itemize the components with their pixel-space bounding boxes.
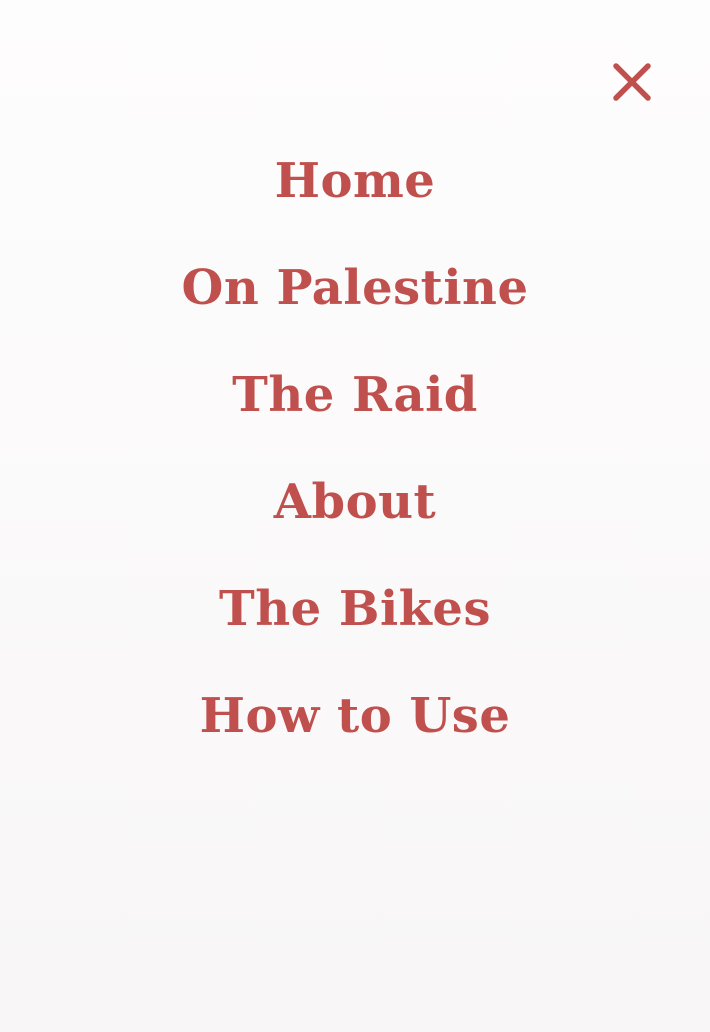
nav-item-how-to-use: How to Use <box>0 663 710 770</box>
nav-menu-list: Home On Palestine The Raid About The Bik… <box>0 128 710 770</box>
nav-item-the-raid: The Raid <box>0 342 710 449</box>
navigation-menu-overlay: Home On Palestine The Raid About The Bik… <box>0 0 710 1032</box>
nav-link-about[interactable]: About <box>274 449 436 556</box>
nav-link-the-bikes[interactable]: The Bikes <box>219 556 491 663</box>
nav-link-how-to-use[interactable]: How to Use <box>200 663 511 770</box>
nav-item-on-palestine: On Palestine <box>0 235 710 342</box>
nav-link-on-palestine[interactable]: On Palestine <box>182 235 529 342</box>
nav-item-the-bikes: The Bikes <box>0 556 710 663</box>
close-icon <box>613 63 651 101</box>
nav-item-about: About <box>0 449 710 556</box>
nav-item-home: Home <box>0 128 710 235</box>
close-menu-button[interactable] <box>612 62 652 102</box>
nav-link-the-raid[interactable]: The Raid <box>232 342 478 449</box>
nav-link-home[interactable]: Home <box>275 128 436 235</box>
